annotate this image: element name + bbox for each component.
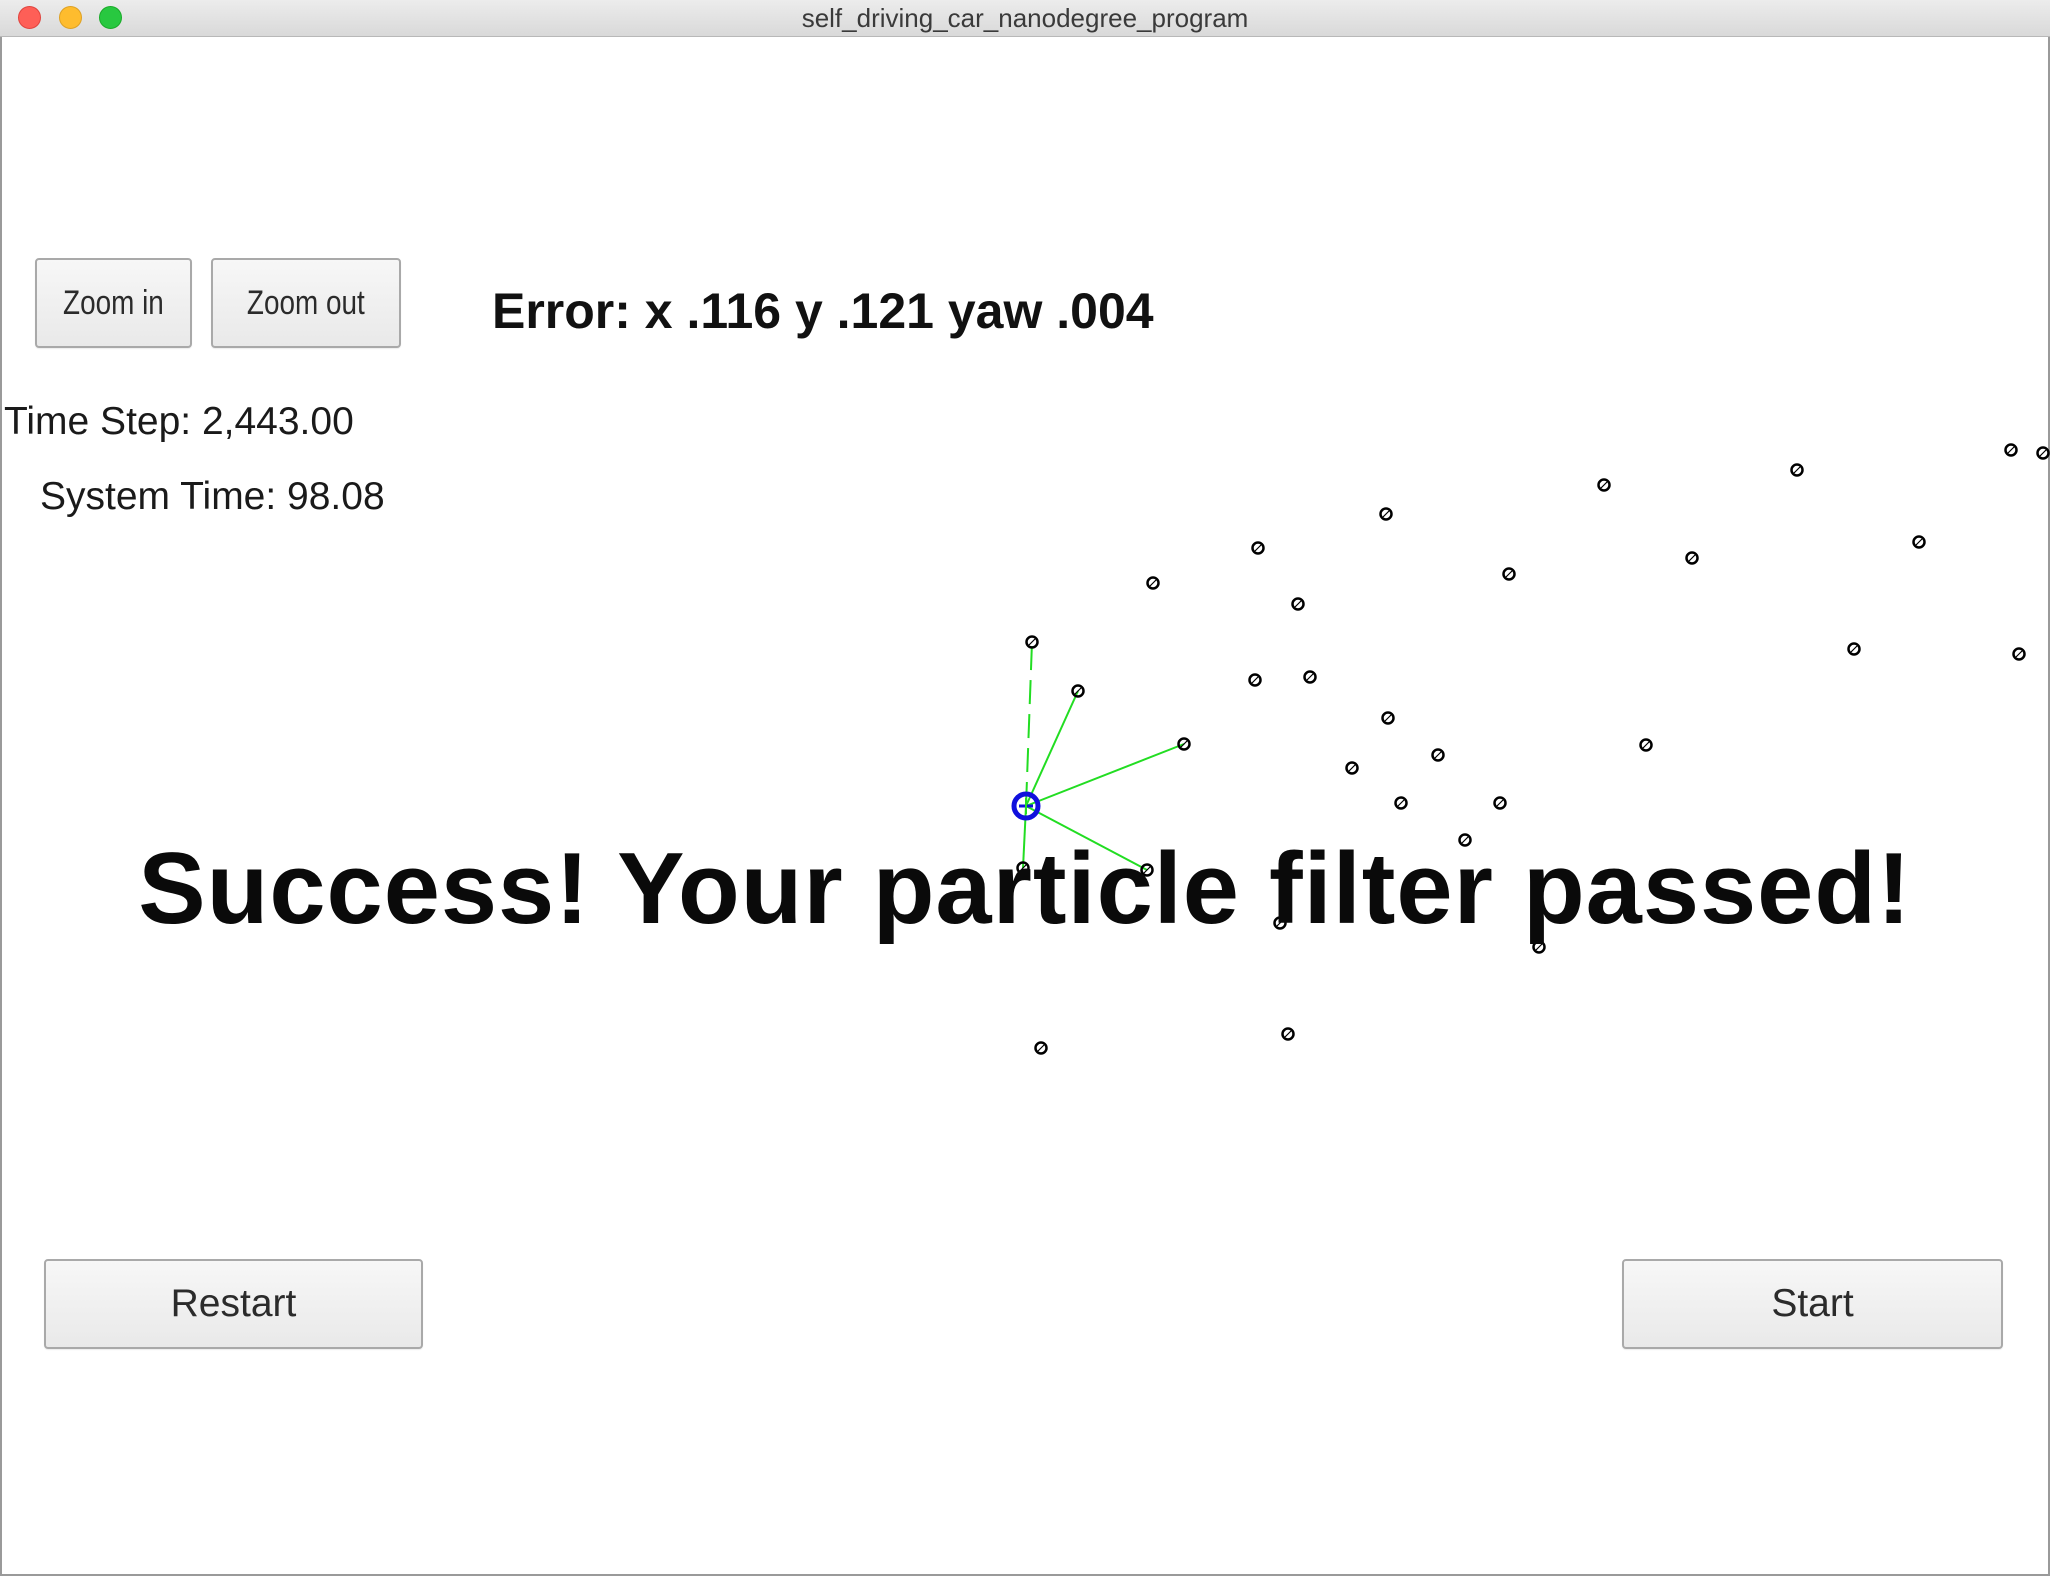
landmark-marker bbox=[2012, 647, 2026, 661]
success-message: Success! Your particle filter passed! bbox=[138, 833, 1912, 945]
landmark-marker bbox=[1502, 567, 1516, 581]
error-readout: Error: x .116 y .121 yaw .004 bbox=[492, 283, 1154, 339]
time-step-readout: Time Step: 2,443.00 bbox=[4, 400, 354, 443]
landmark-marker bbox=[1248, 673, 1262, 687]
landmark-marker bbox=[1071, 684, 1085, 698]
landmark-marker bbox=[2004, 443, 2018, 457]
zoom-in-button[interactable]: Zoom in bbox=[35, 258, 192, 348]
landmark-marker bbox=[1291, 597, 1305, 611]
restart-button[interactable]: Restart bbox=[44, 1259, 423, 1349]
landmark-marker bbox=[1639, 738, 1653, 752]
landmark-marker bbox=[1345, 761, 1359, 775]
zoom-in-label: Zoom in bbox=[63, 283, 164, 322]
landmark-marker bbox=[1251, 541, 1265, 555]
zoom-out-button[interactable]: Zoom out bbox=[211, 258, 401, 348]
landmark-marker bbox=[1146, 576, 1160, 590]
landmark-marker bbox=[2036, 446, 2050, 460]
landmark-marker bbox=[1847, 642, 1861, 656]
landmark-marker bbox=[1177, 737, 1191, 751]
landmark-marker bbox=[1790, 463, 1804, 477]
start-label: Start bbox=[1771, 1282, 1854, 1325]
landmark-marker bbox=[1025, 635, 1039, 649]
start-button[interactable]: Start bbox=[1622, 1259, 2003, 1349]
system-time-readout: System Time: 98.08 bbox=[40, 475, 385, 518]
zoom-out-label: Zoom out bbox=[247, 283, 365, 322]
landmark-marker bbox=[1381, 711, 1395, 725]
landmark-marker bbox=[1493, 796, 1507, 810]
landmark-marker bbox=[1597, 478, 1611, 492]
landmark-marker bbox=[1281, 1027, 1295, 1041]
landmark-marker bbox=[1685, 551, 1699, 565]
observation-line bbox=[1025, 641, 1033, 807]
restart-label: Restart bbox=[170, 1282, 297, 1325]
landmark-marker bbox=[1379, 507, 1393, 521]
landmark-marker bbox=[1034, 1041, 1048, 1055]
landmark-marker bbox=[1912, 535, 1926, 549]
landmark-marker bbox=[1394, 796, 1408, 810]
landmark-marker bbox=[1303, 670, 1317, 684]
landmark-marker bbox=[1431, 748, 1445, 762]
